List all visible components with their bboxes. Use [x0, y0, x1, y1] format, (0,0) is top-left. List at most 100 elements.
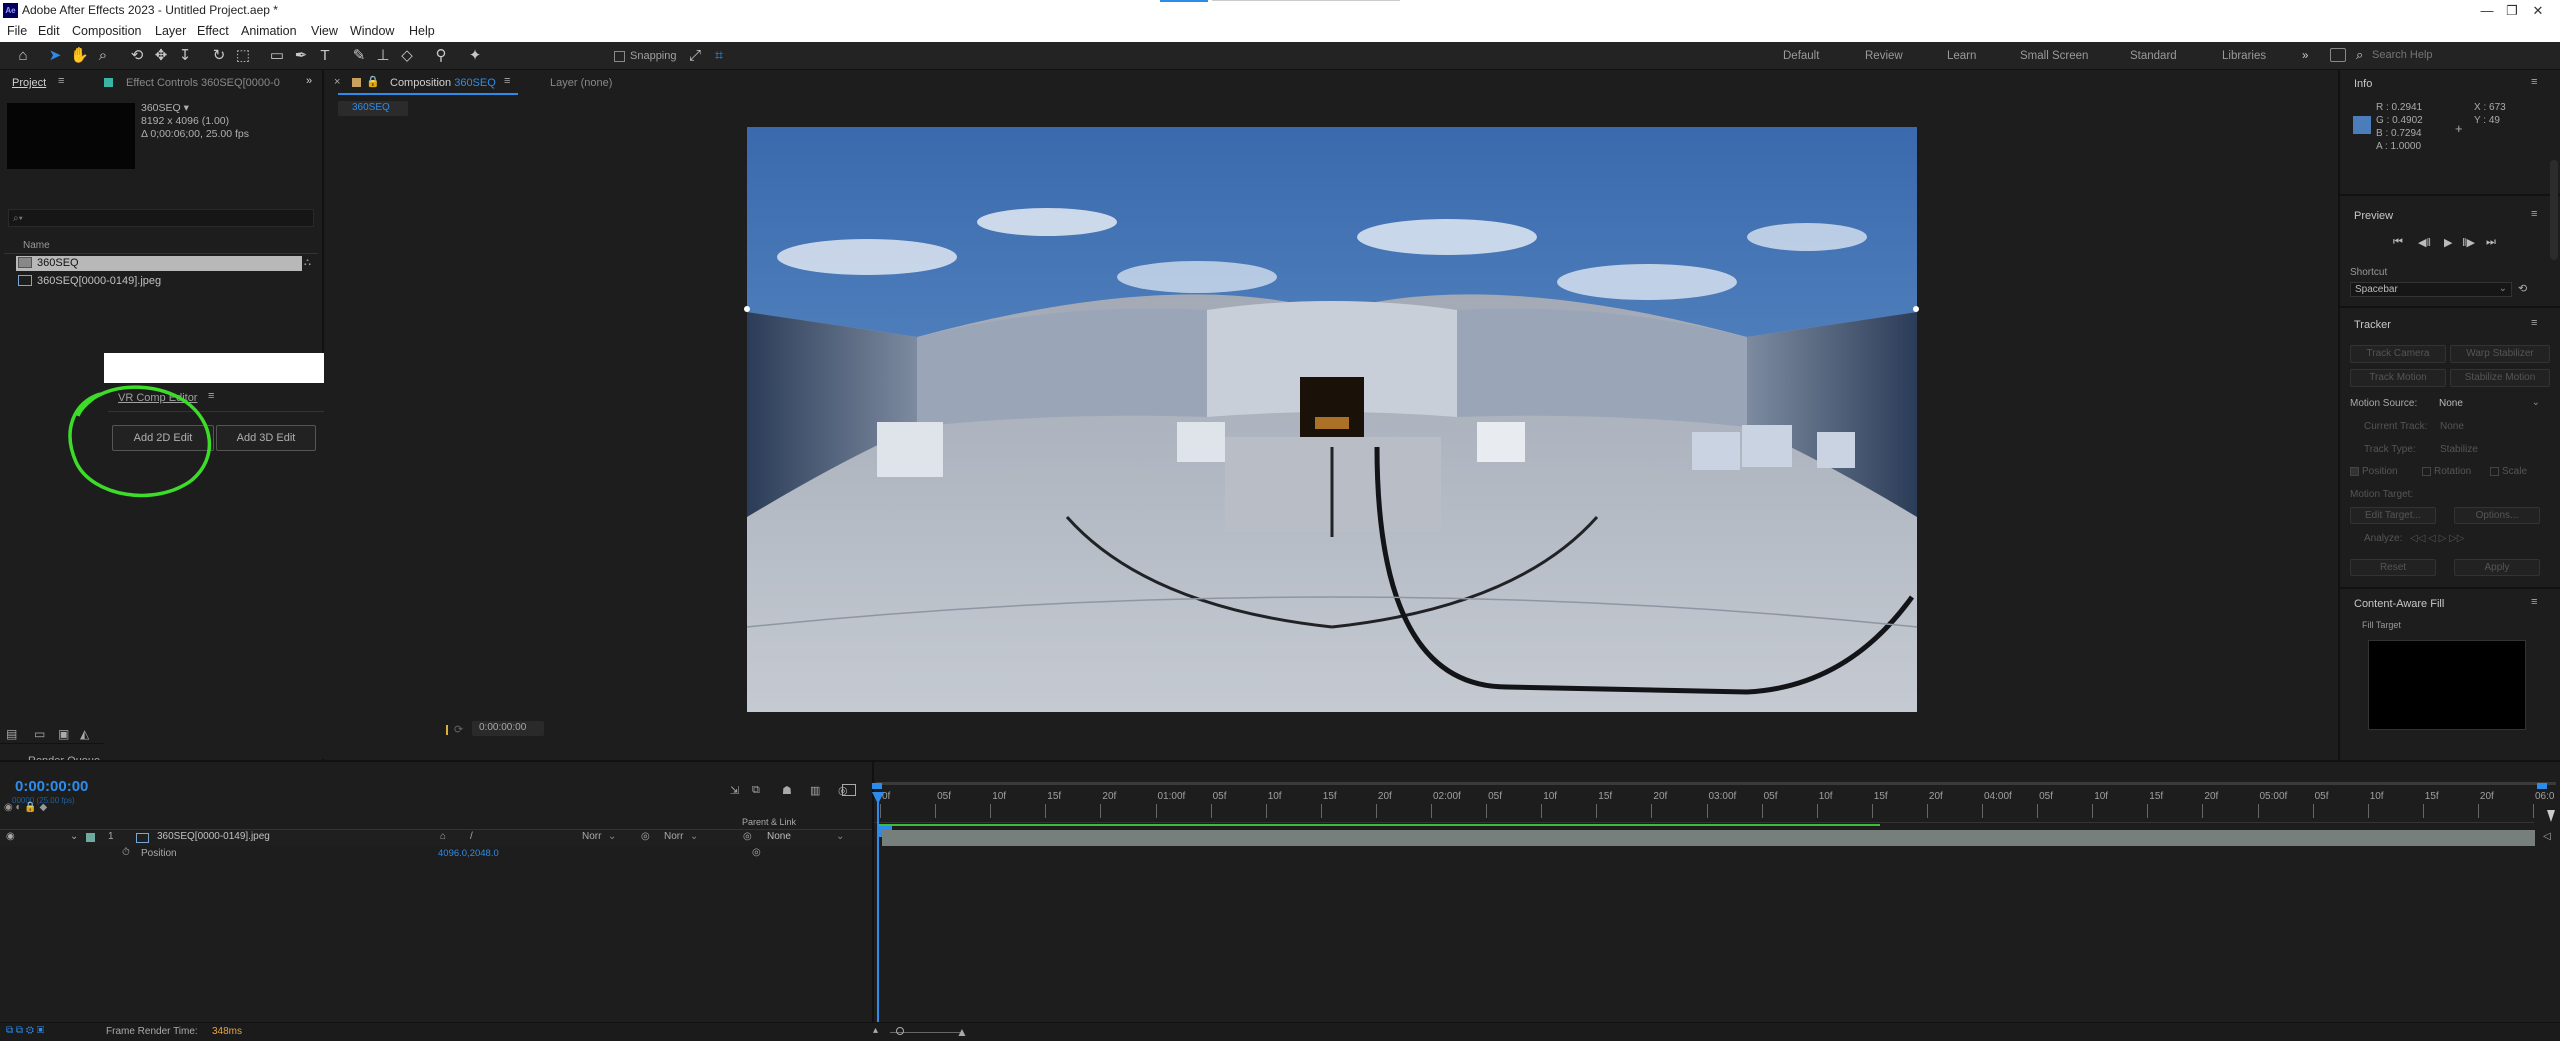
timeline-tools-icon[interactable]: ⇲ [730, 784, 739, 797]
position-property-value[interactable]: 4096.0,2048.0 [438, 848, 499, 859]
workspace-standard[interactable]: Standard [2130, 50, 2177, 62]
project-menu-icon[interactable]: ≡ [58, 75, 64, 87]
interpret-footage-icon[interactable]: ▤ [6, 727, 17, 741]
zoom-slider-thumb[interactable] [896, 1027, 904, 1035]
options-button[interactable]: Options... [2454, 507, 2540, 524]
workspace-default[interactable]: Default [1783, 50, 1819, 62]
search-help-input[interactable] [2372, 47, 2552, 63]
adjust-settings-icon[interactable]: ◭ [80, 727, 89, 741]
work-area-bar[interactable] [876, 782, 2556, 785]
timeline-timecode[interactable]: 0:00:00:00 [15, 778, 88, 795]
pan-camera-icon[interactable]: ✥ [152, 47, 170, 65]
zoom-out-icon[interactable]: ▴ [873, 1025, 878, 1036]
item-name[interactable]: 360SEQ ▾ [141, 102, 189, 114]
next-frame-icon[interactable]: ‖▶ [2462, 236, 2475, 249]
layer-duration-bar[interactable] [882, 830, 2535, 846]
pick-whip-icon[interactable]: ◎ [743, 831, 752, 842]
brush-tool-icon[interactable]: ✎ [350, 47, 368, 65]
tab-project[interactable]: Project [12, 77, 46, 95]
rotation-tool-icon[interactable]: ↻ [210, 47, 228, 65]
shy-layers-icon[interactable]: ☗ [782, 784, 792, 797]
clone-stamp-icon[interactable]: ⊥ [374, 47, 392, 65]
motion-source-dropdown[interactable]: None ⌄ [2436, 397, 2542, 411]
tracker-menu-icon[interactable]: ≡ [2531, 317, 2537, 329]
edit-target-button[interactable]: Edit Target... [2350, 507, 2436, 524]
apply-button[interactable]: Apply [2454, 559, 2540, 576]
work-area-start-handle[interactable] [872, 783, 882, 789]
playhead-line[interactable] [877, 797, 879, 1027]
snapping-checkbox[interactable] [614, 51, 625, 62]
play-icon[interactable]: ▶ [2444, 236, 2452, 249]
graph-editor-icon[interactable] [842, 784, 856, 796]
tab-composition[interactable]: Composition 360SEQ [390, 77, 496, 89]
column-name[interactable]: Name [23, 240, 50, 251]
draft-3d-icon[interactable]: ⧉ [752, 784, 760, 797]
parent-link-header[interactable]: Parent & Link [742, 817, 796, 827]
close-comp-tab-icon[interactable]: × [334, 76, 340, 88]
shape-tool-icon[interactable]: ▭ [268, 47, 286, 65]
dolly-camera-icon[interactable]: ↧ [176, 47, 194, 65]
scale-checkbox[interactable] [2490, 467, 2499, 476]
layer-name[interactable]: 360SEQ[0000-0149].jpeg [157, 831, 270, 842]
expand-chevron-icon[interactable]: ⌄ [70, 831, 78, 842]
first-frame-icon[interactable]: ⏮ [2393, 236, 2403, 249]
caf-menu-icon[interactable]: ≡ [2531, 596, 2537, 608]
comp-timecode[interactable]: 0:00:00:00 [479, 722, 526, 733]
more-workspaces-icon[interactable]: » [2302, 50, 2308, 62]
project-search-input[interactable] [8, 209, 314, 227]
selection-tool-icon[interactable]: ➤ [46, 47, 64, 65]
pen-tool-icon[interactable]: ✒ [292, 47, 310, 65]
mode-dropdown[interactable]: Norr [582, 831, 601, 842]
track-matte-dropdown[interactable]: Norr [664, 831, 683, 842]
previous-frame-icon[interactable]: ◀‖ [2418, 236, 2431, 249]
menu-file[interactable]: File [7, 24, 27, 38]
work-area-end-handle[interactable] [2537, 783, 2547, 789]
parent-dropdown[interactable]: None [767, 831, 791, 842]
home-icon[interactable]: ⌂ [14, 47, 32, 65]
roto-brush-icon[interactable]: ⚲ [432, 47, 450, 65]
close-button[interactable]: ✕ [2516, 0, 2560, 21]
info-menu-icon[interactable]: ≡ [2531, 76, 2537, 88]
snap-grid-icon[interactable]: ⌗ [710, 47, 728, 65]
eraser-tool-icon[interactable]: ◇ [398, 47, 416, 65]
zoom-in-icon[interactable]: ▲ [956, 1025, 968, 1039]
project-item-comp[interactable]: 360SEQ [37, 257, 79, 269]
panel-overflow-icon[interactable]: » [306, 75, 312, 87]
composition-end-marker[interactable] [2547, 810, 2555, 822]
shy-switch-icon[interactable]: ⌂ [440, 831, 446, 842]
right-panel-scrollbar[interactable] [2550, 160, 2558, 260]
layer-label-swatch[interactable] [86, 833, 95, 842]
type-tool-icon[interactable]: T [316, 47, 334, 65]
menu-composition[interactable]: Composition [72, 24, 141, 38]
track-matte-icon[interactable]: ◎ [641, 831, 650, 842]
current-track-value[interactable]: None [2440, 421, 2464, 432]
lock-icon[interactable]: 🔒 [366, 75, 380, 88]
track-type-value[interactable]: Stabilize [2440, 444, 2478, 455]
analyze-backward-icon[interactable]: ◁◁ ◁ ▷ ▷▷ [2410, 533, 2464, 544]
orbit-camera-icon[interactable]: ⟲ [128, 47, 146, 65]
add-3d-edit-button[interactable]: Add 3D Edit [216, 425, 316, 451]
menu-layer[interactable]: Layer [155, 24, 186, 38]
menu-edit[interactable]: Edit [38, 24, 60, 38]
menu-view[interactable]: View [311, 24, 338, 38]
new-composition-icon[interactable]: ▣ [58, 727, 69, 741]
hand-tool-icon[interactable]: ✋ [70, 47, 89, 65]
flowchart-icon[interactable]: ⛬ [304, 257, 311, 268]
quality-switch-icon[interactable]: / [470, 831, 473, 842]
visibility-icon[interactable]: ◉ [6, 831, 15, 842]
workspace-libraries[interactable]: Libraries [2222, 50, 2266, 62]
viewer-handle-left[interactable] [744, 306, 750, 312]
workspace-learn[interactable]: Learn [1947, 50, 1976, 62]
workspace-small-screen[interactable]: Small Screen [2020, 50, 2088, 62]
tab-layer[interactable]: Layer (none) [550, 77, 612, 89]
reset-shortcut-icon[interactable]: ⟲ [2518, 282, 2527, 295]
workspace-review[interactable]: Review [1865, 50, 1903, 62]
status-toggle-icons[interactable]: ⧉ ⧉ ⚙ ▣ [6, 1025, 44, 1036]
preview-menu-icon[interactable]: ≡ [2531, 208, 2537, 220]
frame-blending-icon[interactable]: ▥ [810, 784, 820, 797]
track-camera-button[interactable]: Track Camera [2350, 345, 2446, 363]
comp-button-icon[interactable]: ◁ [2543, 831, 2551, 842]
layer-row[interactable]: ◉ ⌄ 1 360SEQ[0000-0149].jpeg ⌂ / Norr ⌄ … [0, 830, 872, 846]
rotation-checkbox[interactable] [2422, 467, 2431, 476]
workspace-menu-icon[interactable] [2330, 48, 2346, 62]
